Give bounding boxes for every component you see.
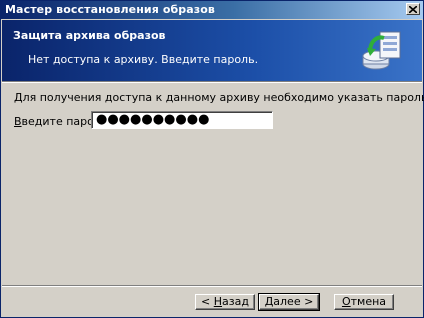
wizard-window: Мастер восстановления образов Защита арх…	[0, 0, 424, 318]
header-subtitle: Нет доступа к архиву. Введите пароль.	[28, 53, 259, 66]
window-title: Мастер восстановления образов	[5, 3, 215, 16]
cancel-button-rest: тмена	[350, 295, 387, 308]
next-button-hotkey: Д	[264, 295, 274, 308]
description-text: Для получения доступа к данному архиву н…	[14, 91, 424, 104]
next-button-rest: алее >	[273, 295, 314, 308]
title-bar[interactable]: Мастер восстановления образов	[1, 1, 423, 19]
footer-separator	[2, 285, 422, 287]
close-button[interactable]	[406, 3, 420, 15]
cancel-button-hotkey: О	[341, 295, 351, 308]
back-button-hotkey: Н	[213, 295, 223, 308]
password-field[interactable]	[91, 111, 273, 129]
wizard-header: Защита архива образов Нет доступа к архи…	[2, 20, 422, 81]
close-icon	[409, 5, 417, 13]
next-button[interactable]: Далее >	[258, 293, 320, 311]
header-title: Защита архива образов	[13, 29, 166, 42]
header-separator	[2, 81, 422, 83]
back-button-prefix: <	[201, 295, 214, 308]
password-label-hotkey: В	[14, 115, 22, 128]
back-button[interactable]: < Назад	[195, 294, 255, 310]
cancel-button[interactable]: Отмена	[334, 294, 394, 310]
back-button-rest: азад	[222, 295, 249, 308]
backup-restore-icon	[362, 31, 401, 70]
